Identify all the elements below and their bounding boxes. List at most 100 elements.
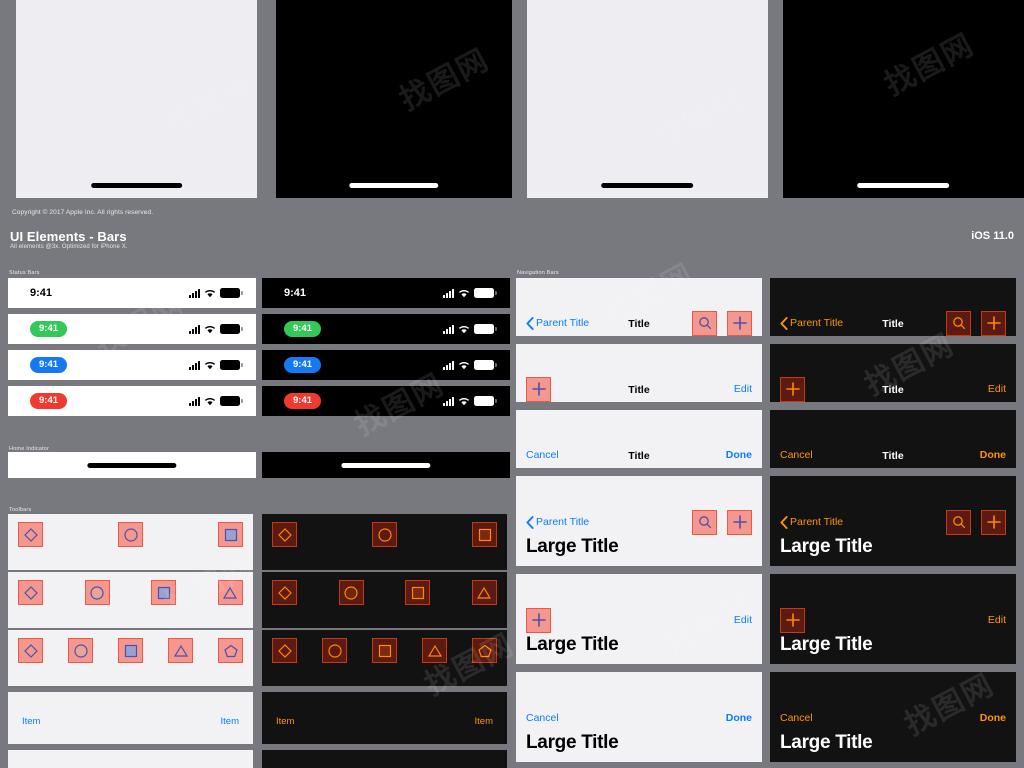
nav-bar-light-large-cancel-done[interactable]: Cancel Done Large Title [516, 672, 762, 762]
status-bar-light-green[interactable]: 9:41 [8, 314, 256, 344]
back-button[interactable]: Parent Title [526, 515, 589, 529]
status-bar-light-plain[interactable]: 9:41 [8, 278, 256, 308]
toolbar-item-label[interactable]: Item [276, 716, 294, 727]
circle-icon[interactable] [338, 580, 364, 605]
status-bar-dark-red[interactable]: 9:41 [262, 386, 510, 416]
back-button[interactable]: Parent Title [526, 316, 590, 330]
nav-bar-light-large-back[interactable]: Parent Title Large Title [516, 476, 762, 566]
toolbar-item-label[interactable]: Item [221, 716, 239, 727]
circle-icon[interactable] [68, 638, 93, 663]
battery-icon [474, 360, 497, 370]
triangle-icon[interactable] [471, 580, 497, 605]
nav-bar-dark-large-back[interactable]: Parent Title Large Title [770, 476, 1016, 566]
done-button[interactable]: Done [980, 712, 1006, 724]
done-button[interactable]: Done [980, 449, 1006, 461]
plus-icon[interactable] [727, 509, 752, 535]
back-button-label: Parent Title [536, 317, 590, 329]
status-bar-dark-green[interactable]: 9:41 [262, 314, 510, 344]
plus-icon[interactable] [780, 607, 805, 633]
diamond-icon[interactable] [18, 580, 43, 605]
circle-icon[interactable] [372, 522, 397, 547]
nav-bar-dark-cancel-done[interactable]: Cancel Title Done [770, 410, 1016, 468]
cancel-button[interactable]: Cancel [780, 449, 813, 461]
home-indicator-bar [601, 183, 693, 188]
plus-icon[interactable] [526, 607, 551, 633]
toolbar-light-item-2[interactable]: Item Item [8, 692, 253, 744]
done-button[interactable]: Done [726, 712, 752, 724]
nav-bar-light-back-actions[interactable]: Parent Title Title [516, 278, 762, 336]
toolbar-dark-5-items[interactable] [262, 630, 507, 686]
nav-bar-dark-large-cancel-done[interactable]: Cancel Done Large Title [770, 672, 1016, 762]
edit-button[interactable]: Edit [988, 383, 1006, 395]
triangle-icon[interactable] [422, 638, 447, 663]
toolbar-dark-item-3[interactable]: Item Item Item [262, 750, 507, 768]
square-icon[interactable] [405, 580, 431, 605]
circle-icon[interactable] [84, 580, 110, 605]
edit-button[interactable]: Edit [734, 614, 752, 626]
diamond-icon[interactable] [18, 638, 43, 663]
toolbar-light-4-items[interactable] [8, 572, 253, 628]
square-icon[interactable] [118, 638, 143, 663]
nav-bar-light-cancel-done[interactable]: Cancel Title Done [516, 410, 762, 468]
nav-bar-dark-add-edit[interactable]: Title Edit [770, 344, 1016, 402]
back-button[interactable]: Parent Title [780, 515, 843, 529]
search-icon[interactable] [692, 310, 717, 336]
back-button[interactable]: Parent Title [780, 316, 843, 330]
diamond-icon[interactable] [18, 522, 43, 547]
nav-bar-row: Edit [770, 607, 1016, 633]
triangle-icon[interactable] [168, 638, 193, 663]
circle-icon[interactable] [322, 638, 347, 663]
pentagon-icon[interactable] [218, 638, 243, 663]
status-bar-dark-blue[interactable]: 9:41 [262, 350, 510, 380]
diamond-icon[interactable] [272, 580, 297, 605]
toolbar-light-item-3[interactable]: Item Item Item [8, 750, 253, 768]
nav-title: Title [628, 318, 650, 330]
signal-icon [443, 396, 454, 406]
square-icon[interactable] [151, 580, 177, 605]
toolbar-dark-item-2[interactable]: Item Item [262, 692, 507, 744]
square-icon[interactable] [472, 522, 497, 547]
toolbar-item-label[interactable]: Item [475, 716, 493, 727]
nav-actions: Edit [734, 614, 752, 626]
battery-icon [220, 360, 243, 370]
status-bar-time-pill: 9:41 [284, 321, 322, 337]
plus-icon[interactable] [727, 310, 752, 336]
nav-bar-dark-back-actions[interactable]: Parent Title Title [770, 278, 1016, 336]
triangle-icon[interactable] [217, 580, 243, 605]
diamond-icon[interactable] [272, 638, 297, 663]
status-bar-light-blue[interactable]: 9:41 [8, 350, 256, 380]
search-icon[interactable] [946, 310, 971, 336]
nav-bar-dark-large-add-edit[interactable]: Edit Large Title [770, 574, 1016, 664]
cancel-button[interactable]: Cancel [780, 712, 813, 724]
pentagon-icon[interactable] [472, 638, 497, 663]
nav-bar-light-large-add-edit[interactable]: Edit Large Title [516, 574, 762, 664]
square-icon[interactable] [372, 638, 397, 663]
plus-icon[interactable] [526, 376, 551, 402]
edit-button[interactable]: Edit [988, 614, 1006, 626]
toolbar-dark-3-items[interactable] [262, 514, 507, 570]
diamond-icon[interactable] [272, 522, 297, 547]
nav-bar-light-add-edit[interactable]: Title Edit [516, 344, 762, 402]
done-button[interactable]: Done [726, 449, 752, 461]
toolbar-dark-4-items[interactable] [262, 572, 507, 628]
toolbar-light-3-items[interactable] [8, 514, 253, 570]
cancel-button[interactable]: Cancel [526, 712, 559, 724]
toolbar-item-label[interactable]: Item [22, 716, 40, 727]
plus-icon[interactable] [780, 376, 805, 402]
toolbar-items [18, 630, 243, 663]
edit-button[interactable]: Edit [734, 383, 752, 395]
toolbar-light-5-items[interactable] [8, 630, 253, 686]
circle-icon[interactable] [118, 522, 143, 547]
nav-bar-row: Cancel Done [770, 705, 1016, 731]
search-icon[interactable] [946, 509, 971, 535]
search-icon[interactable] [692, 509, 717, 535]
status-bar-time: 9:41 [284, 287, 307, 299]
plus-icon[interactable] [981, 310, 1006, 336]
square-icon[interactable] [218, 522, 243, 547]
cancel-button[interactable]: Cancel [526, 449, 559, 461]
plus-icon[interactable] [981, 509, 1006, 535]
status-bar-dark-plain[interactable]: 9:41 [262, 278, 510, 308]
status-bar-light-red[interactable]: 9:41 [8, 386, 256, 416]
device-preview-light-1 [16, 0, 258, 198]
status-bar-time-pill: 9:41 [30, 393, 68, 409]
